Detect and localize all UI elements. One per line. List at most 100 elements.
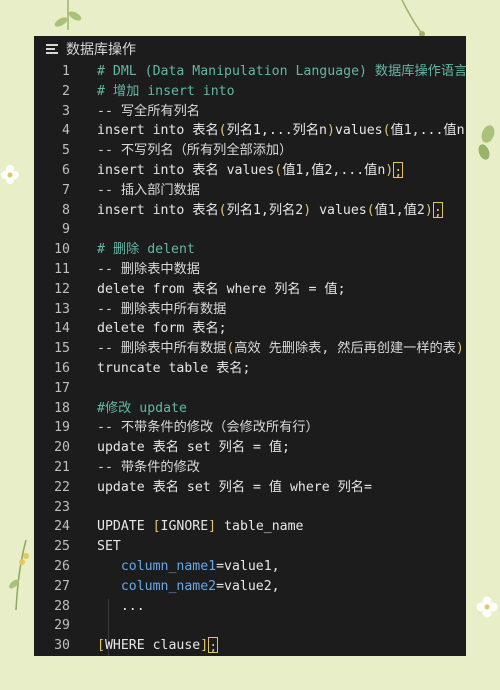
code-token: -- 删除表中数据 bbox=[97, 261, 200, 277]
code-token: column_name1 bbox=[120, 558, 217, 574]
code-text: column_name1=value1, bbox=[97, 557, 280, 577]
line-number: 8 bbox=[62, 202, 70, 218]
leaf-cluster-right-icon bbox=[478, 125, 495, 160]
code-token: insert into 表名 bbox=[97, 202, 219, 218]
code-token: 列名1,...列名n bbox=[226, 123, 327, 139]
code-line[interactable]: 15 -- 删除表中所有数据(高效 先删除表, 然后再创建一样的表) bbox=[34, 339, 466, 359]
line-number: 18 bbox=[54, 400, 70, 416]
code-line[interactable]: 17 bbox=[34, 379, 466, 399]
code-text: column_name2=value2, bbox=[97, 577, 280, 597]
code-text: #修改 update bbox=[97, 399, 187, 419]
code-text: delete form 表名; bbox=[97, 319, 227, 339]
line-number: 27 bbox=[54, 578, 70, 594]
code-text: -- 不带条件的修改（会修改所有行） bbox=[97, 418, 319, 438]
code-text: -- 删除表中所有数据(高效 先删除表, 然后再创建一样的表) bbox=[97, 339, 464, 359]
code-text: ... bbox=[97, 597, 145, 617]
code-token: SET bbox=[97, 539, 121, 555]
code-line[interactable]: 1 # DML (Data Manipulation Language) 数据库操… bbox=[34, 62, 466, 82]
code-line[interactable]: 2 # 增加 insert into bbox=[34, 82, 466, 102]
code-token: ( bbox=[218, 202, 227, 218]
code-line[interactable]: 24 UPDATE [IGNORE] table_name bbox=[34, 517, 466, 537]
code-token: [ bbox=[152, 519, 161, 535]
code-line[interactable]: 10 # 删除 delent bbox=[34, 240, 466, 260]
code-line[interactable]: 11 -- 删除表中数据 bbox=[34, 260, 466, 280]
code-line[interactable]: 9 bbox=[34, 220, 466, 240]
code-text: delete from 表名 where 列名 = 值; bbox=[97, 280, 346, 300]
code-line[interactable]: 27 column_name2=value2, bbox=[34, 577, 466, 597]
code-line[interactable]: 22 update 表名 set 列名 = 值 where 列名= bbox=[34, 478, 466, 498]
code-line[interactable]: 19 -- 不带条件的修改（会修改所有行） bbox=[34, 418, 466, 438]
code-line[interactable]: 8 insert into 表名(列名1,列名2) values(值1,值2); bbox=[34, 201, 466, 221]
code-text: truncate table 表名; bbox=[97, 359, 250, 379]
code-lines[interactable]: 1 # DML (Data Manipulation Language) 数据库操… bbox=[34, 62, 466, 656]
code-line[interactable]: 13 -- 删除表中所有数据 bbox=[34, 300, 466, 320]
line-number: 6 bbox=[62, 162, 70, 178]
code-token: -- 删除表中所有数据 bbox=[97, 341, 227, 357]
code-editor-window: 数据库操作 1 # DML (Data Manipulation Language… bbox=[34, 36, 466, 656]
code-line[interactable]: 7 -- 插入部门数据 bbox=[34, 181, 466, 201]
code-token: # DML (Data Manipulation Language) 数据库操作… bbox=[97, 64, 466, 79]
line-number: 2 bbox=[62, 83, 70, 99]
code-line[interactable]: 6 insert into 表名 values(值1,值2,...值n); bbox=[34, 161, 466, 181]
code-line[interactable]: 5 -- 不写列名（所有列全部添加） bbox=[34, 141, 466, 161]
code-line[interactable]: 26 column_name1=value1, bbox=[34, 557, 466, 577]
code-token: =value1, bbox=[216, 558, 280, 574]
code-token: ) bbox=[455, 341, 464, 357]
code-token: 值1,...值n bbox=[390, 123, 465, 139]
line-number: 14 bbox=[54, 321, 70, 337]
code-line[interactable]: 21 -- 带条件的修改 bbox=[34, 458, 466, 478]
code-token: ] bbox=[200, 638, 209, 654]
code-token: table_name bbox=[216, 519, 304, 535]
line-number: 7 bbox=[62, 182, 70, 198]
text-cursor-box: ; bbox=[432, 201, 443, 220]
editor-title: 数据库操作 bbox=[66, 42, 136, 58]
code-line[interactable]: 12 delete from 表名 where 列名 = 值; bbox=[34, 280, 466, 300]
code-text: -- 插入部门数据 bbox=[97, 181, 200, 201]
code-token: ( bbox=[382, 123, 391, 139]
code-token: update 表名 set 列名 = 值 where 列名= bbox=[97, 479, 372, 495]
line-number: 11 bbox=[54, 261, 70, 277]
code-text: update 表名 set 列名 = 值 where 列名= bbox=[97, 478, 372, 498]
line-number: 16 bbox=[54, 360, 70, 376]
code-token: insert into 表名 values bbox=[97, 162, 275, 178]
code-token: #修改 update bbox=[97, 400, 187, 416]
code-line[interactable]: 29 bbox=[34, 616, 466, 636]
code-text: # DML (Data Manipulation Language) 数据库操作… bbox=[97, 62, 466, 82]
code-text: -- 删除表中数据 bbox=[97, 260, 200, 280]
code-line[interactable]: 23 bbox=[34, 498, 466, 518]
code-line[interactable]: 3 -- 写全所有列名 bbox=[34, 102, 466, 122]
code-text: -- 写全所有列名 bbox=[97, 102, 200, 122]
line-number: 13 bbox=[54, 301, 70, 317]
code-line[interactable]: 20 update 表名 set 列名 = 值; bbox=[34, 438, 466, 458]
code-text: # 删除 delent bbox=[97, 240, 195, 260]
code-line[interactable]: 30 [WHERE clause]; bbox=[34, 636, 466, 656]
line-number: 5 bbox=[62, 143, 70, 159]
line-number: 9 bbox=[62, 222, 70, 238]
code-line[interactable]: 4 insert into 表名(列名1,...列名n)values(值1,...… bbox=[34, 121, 466, 141]
code-text: insert into 表名(列名1,...列名n)values(值1,...值… bbox=[97, 121, 465, 141]
code-text: insert into 表名(列名1,列名2) values(值1,值2); bbox=[97, 201, 443, 221]
flower-sprig-bottom-left-icon bbox=[9, 540, 29, 610]
code-token: ) bbox=[327, 123, 335, 139]
line-number: 17 bbox=[54, 380, 70, 396]
line-number: 22 bbox=[54, 479, 70, 495]
code-token: values bbox=[334, 123, 383, 139]
code-line[interactable]: 18 #修改 update bbox=[34, 399, 466, 419]
code-token: [ bbox=[97, 638, 105, 654]
code-line[interactable]: 25 SET bbox=[34, 537, 466, 557]
code-token: delete form 表名; bbox=[97, 321, 227, 337]
code-line[interactable]: 14 delete form 表名; bbox=[34, 319, 466, 339]
code-token: -- 不带条件的修改（会修改所有行） bbox=[97, 420, 319, 436]
menu-icon[interactable] bbox=[46, 44, 58, 54]
line-number: 12 bbox=[54, 281, 70, 297]
line-number: 30 bbox=[54, 638, 70, 654]
leaf-sprig-top-left-icon bbox=[54, 0, 82, 30]
code-text: SET bbox=[97, 537, 121, 557]
code-line[interactable]: 16 truncate table 表名; bbox=[34, 359, 466, 379]
line-number: 10 bbox=[54, 242, 70, 258]
text-cursor-box: ; bbox=[393, 161, 404, 180]
code-token: truncate table 表名; bbox=[97, 360, 251, 376]
code-line[interactable]: 28 ... bbox=[34, 597, 466, 617]
